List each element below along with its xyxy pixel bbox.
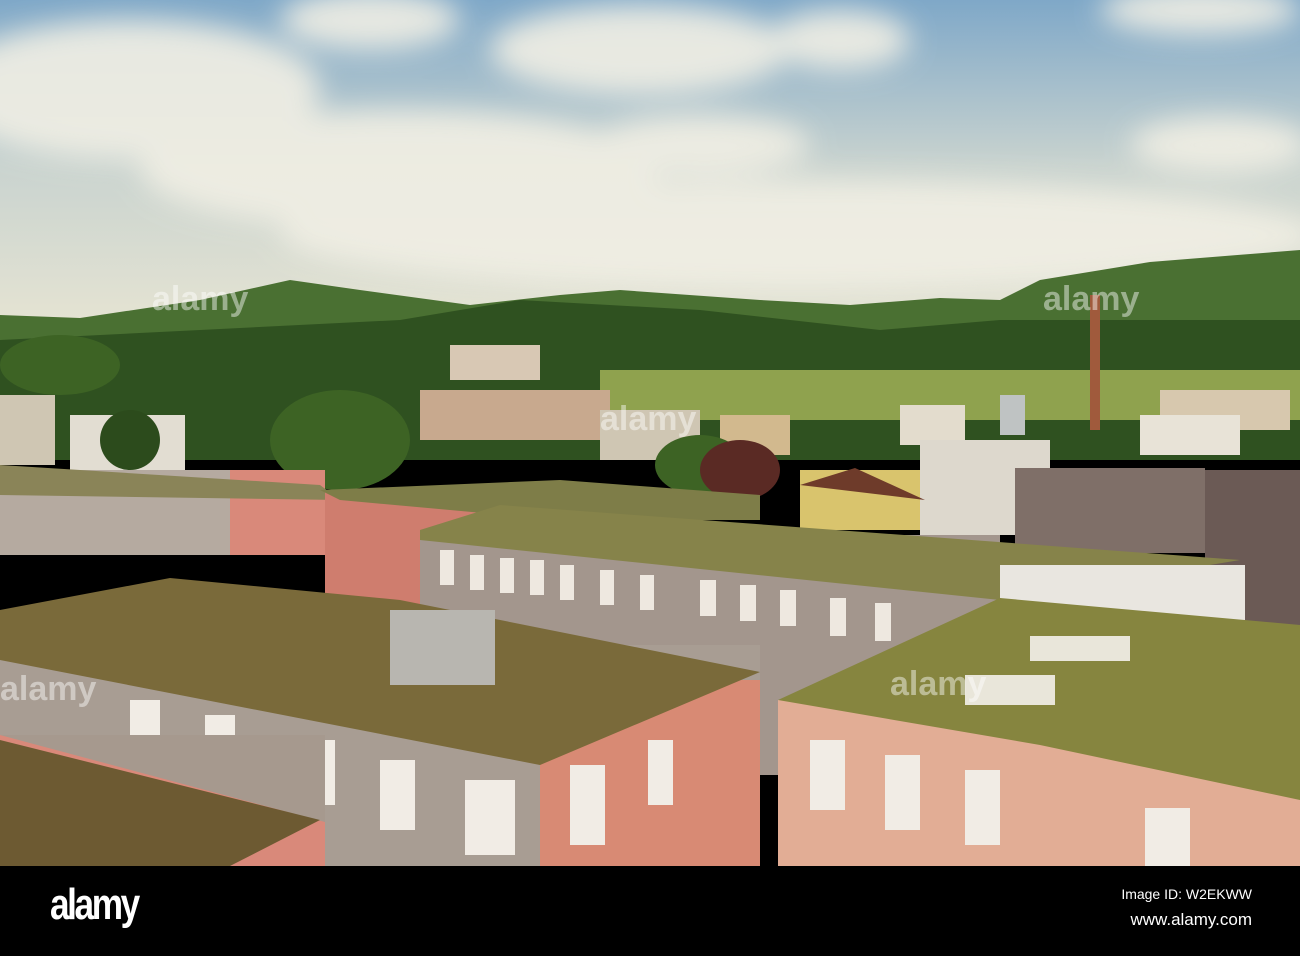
watermark-logo: alamy: [152, 280, 249, 318]
footer-bar: [0, 866, 1300, 956]
image-id: Image ID: W2EKWW: [1121, 886, 1252, 902]
stock-photo: alamy alamy alamy alamy alamy alamy Imag…: [0, 0, 1300, 956]
watermark-logo: alamy: [890, 665, 987, 703]
watermark-logo: alamy: [1043, 280, 1140, 318]
alamy-logo: alamy: [50, 880, 140, 929]
watermark: alamy alamy alamy alamy alamy: [0, 0, 1300, 866]
watermark-logo: alamy: [600, 400, 697, 438]
website-url: www.alamy.com: [1130, 910, 1252, 929]
watermark-logo: alamy: [0, 670, 97, 708]
